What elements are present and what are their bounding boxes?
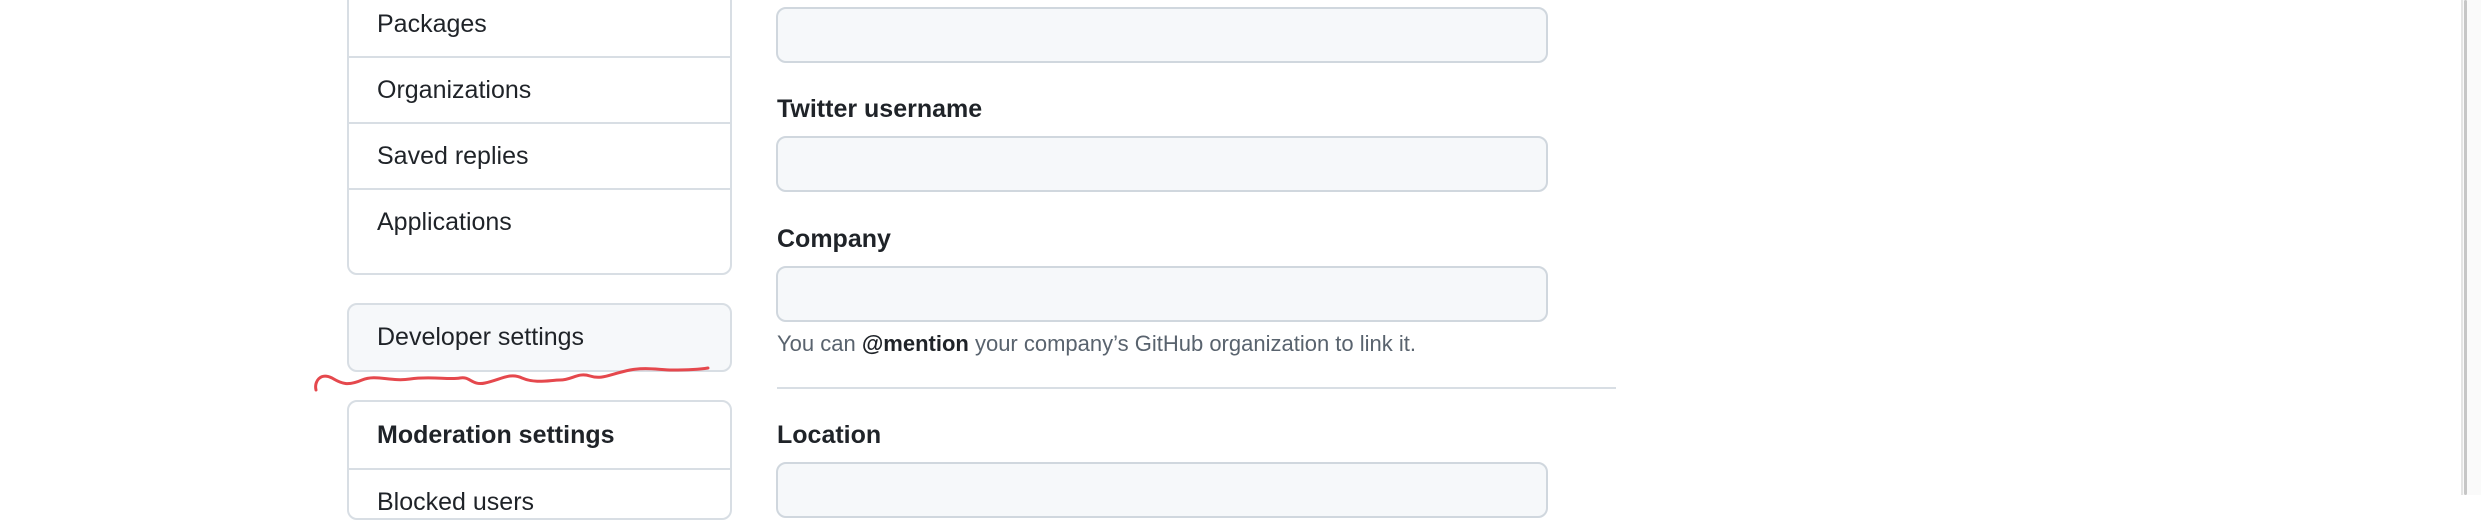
sidebar-item-saved-replies[interactable]: Saved replies [349,122,730,188]
sidebar-item-packages[interactable]: Packages [349,0,730,56]
sidebar-item-applications[interactable]: Applications [349,188,730,254]
sidebar-item-organizations[interactable]: Organizations [349,56,730,122]
sidebar-heading-moderation: Moderation settings [349,402,730,468]
hand-drawn-underline-annotation [314,366,710,392]
sidebar-item-label: Organizations [377,75,532,104]
help-text-suffix: your company’s GitHub organization to li… [968,331,1416,356]
company-help-text: You can @mention your company’s GitHub o… [777,330,1416,358]
twitter-username-label: Twitter username [777,95,983,123]
sidebar-item-label: Saved replies [377,141,529,170]
help-text-prefix: You can [777,331,862,356]
url-field[interactable] [776,7,1548,63]
company-label: Company [777,225,891,253]
sidebar-item-label: Developer settings [377,323,585,351]
sidebar-heading-label: Moderation settings [377,420,615,449]
sidebar-item-blocked-users[interactable]: Blocked users [349,468,730,518]
underline-stroke [314,366,710,392]
mention-keyword: @mention [861,331,969,356]
twitter-username-field[interactable] [776,136,1548,192]
sidebar-item-label: Applications [377,207,512,236]
section-divider [777,387,1616,389]
sidebar-item-label: Blocked users [377,487,535,516]
settings-sidebar-menu: Packages Organizations Saved replies App… [347,0,732,275]
location-label: Location [777,421,882,449]
company-field[interactable] [776,266,1548,322]
scrollbar-thumb[interactable] [2464,0,2467,495]
moderation-settings-menu: Moderation settings Blocked users [347,400,732,520]
sidebar-item-label: Packages [377,9,487,38]
location-field[interactable] [776,462,1548,518]
